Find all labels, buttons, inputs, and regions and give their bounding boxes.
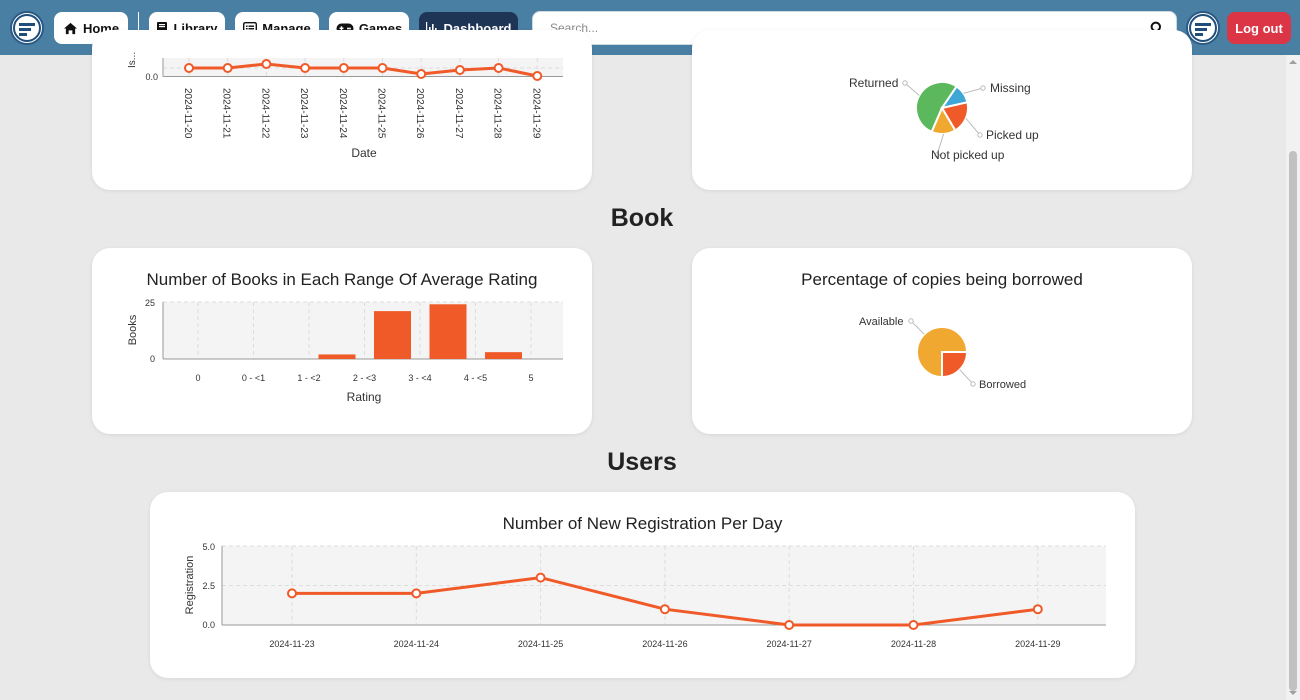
label-dot — [908, 318, 914, 324]
label-connector — [959, 369, 974, 385]
label-connector — [965, 118, 981, 136]
scroll-down-icon[interactable] — [1289, 690, 1297, 696]
data-point — [261, 59, 272, 69]
x-tick-label: 0 — [195, 373, 200, 383]
scroll-thumb[interactable] — [1289, 151, 1297, 691]
x-tick-label: 2024-11-24 — [394, 639, 439, 649]
y-tick-label: 0 — [150, 354, 155, 364]
registrations-card: Number of New Registration Per Day 5.0 2… — [150, 492, 1135, 678]
data-point — [1032, 604, 1043, 615]
data-point — [416, 69, 427, 79]
x-tick-label: 2024-11-29 — [530, 88, 541, 139]
data-point — [377, 63, 388, 73]
x-tick-label: 2024-11-26 — [414, 88, 425, 139]
data-point — [908, 620, 919, 630]
users-section-heading: Users — [607, 448, 677, 476]
data-point — [784, 620, 795, 630]
home-icon — [63, 22, 78, 35]
y-tick-label: 5.0 — [202, 542, 215, 552]
bar — [374, 311, 411, 359]
books-rating-card: Number of Books in Each Range Of Average… — [92, 248, 592, 434]
copies-borrowed-card: Percentage of copies being borrowed Avai… — [692, 248, 1192, 434]
y-tick-label: 0.0 — [145, 72, 158, 82]
data-point — [411, 588, 422, 599]
y-tick-label: 2.5 — [202, 581, 215, 591]
y-tick-label: 25 — [145, 298, 155, 308]
x-tick-label: 0 - <1 — [242, 373, 265, 383]
bar — [318, 354, 356, 359]
x-tick-label: 2024-11-23 — [269, 639, 314, 649]
avatar-icon — [1189, 14, 1217, 42]
data-point — [184, 63, 194, 73]
data-point — [535, 572, 546, 583]
app-logo[interactable] — [10, 11, 44, 45]
x-tick-label: 2024-11-27 — [767, 639, 812, 649]
data-point — [493, 63, 504, 73]
x-axis-label: Rating — [347, 390, 382, 404]
label-dot — [977, 132, 983, 138]
x-tick-label: 4 - <5 — [464, 373, 487, 383]
y-axis-label: Is... — [127, 52, 138, 68]
x-tick-label: 2024-11-20 — [182, 88, 193, 139]
x-tick-label: 2024-11-28 — [891, 639, 936, 649]
slice-label: Borrowed — [979, 379, 1026, 391]
label-dot — [980, 85, 986, 91]
x-tick-label: 2 - <3 — [353, 373, 376, 383]
label-connector — [904, 82, 920, 96]
x-tick-label: 2024-11-29 — [1015, 639, 1060, 649]
data-point — [222, 63, 233, 73]
data-point — [300, 63, 311, 73]
data-point — [338, 63, 349, 73]
issues-per-day-card: 0.0 Is... Date 2024-11-20 2024-11-21 2024-… — [92, 30, 592, 190]
x-tick-label: 2024-11-23 — [298, 88, 309, 139]
book-section-heading: Book — [610, 204, 674, 232]
x-tick-label: 3 - <4 — [408, 373, 431, 383]
issues-per-day-chart: 0.0 Is... Date 2024-11-20 2024-11-21 2024-… — [127, 52, 563, 160]
x-tick-label: 2024-11-22 — [259, 88, 270, 139]
slice-label: Picked up — [986, 128, 1039, 142]
x-tick-label: 2024-11-25 — [376, 88, 387, 139]
x-axis-label: Date — [351, 146, 377, 160]
x-tick-label: 2024-11-26 — [642, 639, 687, 649]
data-point — [659, 604, 670, 615]
y-tick-label: 0.0 — [202, 620, 215, 630]
slice-label: Not picked up — [931, 148, 1005, 162]
data-point — [454, 65, 465, 75]
label-connector — [910, 320, 925, 335]
x-tick-label: 2024-11-27 — [453, 88, 464, 139]
y-axis-label: Books — [127, 314, 139, 345]
copies-borrowed-pie-chart: Available Borrowed — [859, 316, 1026, 391]
y-axis-label: Registration — [184, 556, 196, 615]
bar — [485, 352, 522, 359]
label-dot — [970, 381, 976, 387]
page-scrollbar[interactable] — [1286, 55, 1300, 700]
data-point — [287, 588, 297, 599]
data-point — [532, 71, 543, 81]
x-tick-label: 1 - <2 — [297, 373, 320, 383]
label-dot — [902, 80, 908, 86]
scroll-up-icon[interactable] — [1289, 59, 1297, 65]
label-connector — [963, 87, 984, 94]
bar — [429, 304, 467, 359]
slice-label: Available — [859, 316, 903, 328]
registrations-line-chart: 5.0 2.5 0.0 Registration 2024-11-23 2024-… — [184, 542, 1106, 649]
books-rating-bar-chart: 25 0 Books 0 0 - <1 1 - <2 2 - <3 3 - <4 4 - … — [127, 298, 563, 404]
x-tick-label: 2024-11-24 — [337, 88, 348, 139]
x-tick-label: 5 — [528, 373, 533, 383]
slice-label: Missing — [990, 81, 1031, 95]
copies-status-pie-chart: Returned Missing Picked up Not picked up — [849, 76, 1039, 162]
slice-label: Returned — [849, 76, 898, 90]
logo-icon — [13, 14, 41, 42]
x-tick-label: 2024-11-28 — [492, 88, 503, 139]
x-tick-label: 2024-11-25 — [518, 639, 563, 649]
x-tick-label: 2024-11-21 — [221, 88, 232, 139]
copies-status-card: Returned Missing Picked up Not picked up — [692, 30, 1192, 190]
logout-button[interactable]: Log out — [1227, 12, 1291, 44]
